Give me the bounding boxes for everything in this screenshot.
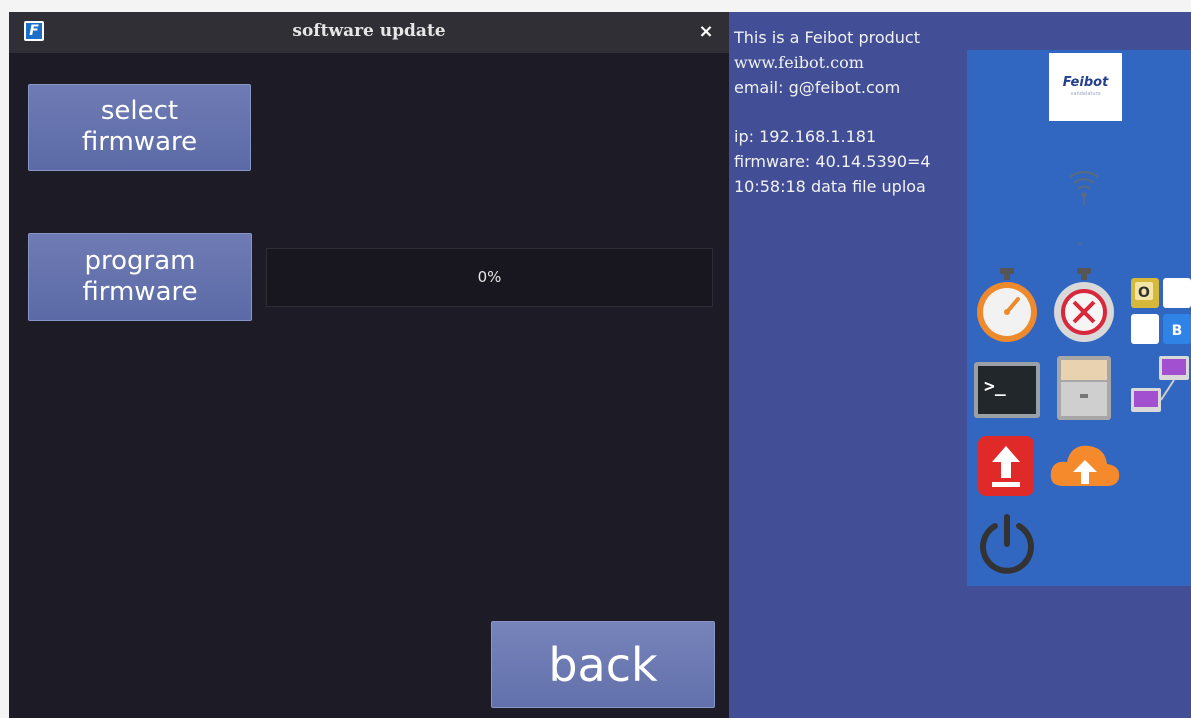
software-update-dialog: F software update × select firmware prog…: [9, 12, 729, 718]
window-title: software update: [292, 21, 446, 41]
ob-grid-icon[interactable]: O B: [1129, 276, 1191, 348]
brand-name: Feibot: [1062, 75, 1109, 90]
close-icon[interactable]: ×: [695, 20, 717, 44]
select-firmware-label-line2: firmware: [81, 127, 198, 157]
file-cabinet-icon[interactable]: [1053, 354, 1115, 422]
back-button[interactable]: back: [491, 621, 715, 708]
terminal-prompt: >_: [984, 376, 1006, 397]
stopwatch-icon[interactable]: [976, 268, 1038, 346]
back-label: back: [548, 638, 658, 692]
network-icon[interactable]: [1129, 354, 1191, 420]
info-email: email: g@feibot.com: [734, 78, 901, 97]
feibot-logo: Feibot vandelaturo: [1049, 53, 1122, 121]
launcher-panel: Feibot vandelaturo ⌄ O B >_: [967, 50, 1191, 586]
wifi-icon[interactable]: [1067, 165, 1101, 205]
device-info: This is a Feibot product www.feibot.com …: [734, 25, 931, 199]
info-website: www.feibot.com: [734, 53, 864, 72]
title-bar: F software update ×: [9, 12, 729, 53]
upload-arrow-icon[interactable]: [976, 434, 1036, 498]
chevron-down-icon[interactable]: ⌄: [1075, 235, 1089, 247]
ob-letter-o: O: [1138, 285, 1150, 301]
info-firmware: firmware: 40.14.5390=4: [734, 152, 931, 171]
terminal-icon[interactable]: >_: [972, 360, 1042, 420]
info-product: This is a Feibot product: [734, 28, 920, 47]
info-ip: ip: 192.168.1.181: [734, 127, 877, 146]
info-upload-status: 10:58:18 data file uploa: [734, 177, 926, 196]
select-firmware-button[interactable]: select firmware: [28, 84, 251, 171]
ob-letter-b: B: [1172, 323, 1183, 339]
progress-label: 0%: [477, 268, 502, 286]
program-firmware-label-line2: firmware: [82, 277, 198, 307]
brand-subtitle: vandelaturo: [1070, 91, 1101, 97]
power-icon[interactable]: [976, 512, 1038, 578]
cloud-upload-icon[interactable]: [1047, 438, 1123, 494]
program-firmware-button[interactable]: program firmware: [28, 233, 252, 321]
firmware-progress-bar: 0%: [266, 248, 713, 307]
select-firmware-label-line1: select: [100, 96, 179, 126]
stopwatch-cancel-icon[interactable]: [1053, 268, 1115, 346]
program-firmware-label-line1: program: [84, 246, 196, 276]
